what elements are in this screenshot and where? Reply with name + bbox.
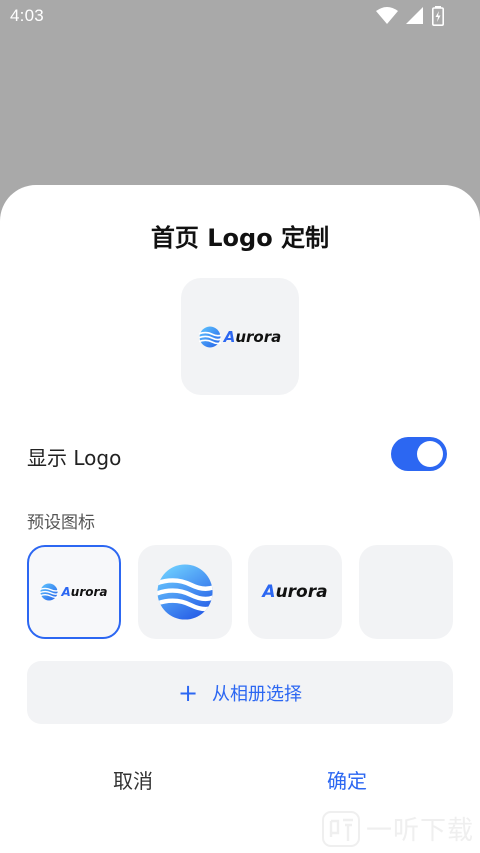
cancel-button[interactable]: 取消 bbox=[33, 761, 233, 801]
watermark-logo-icon bbox=[321, 810, 360, 847]
battery-charging-icon bbox=[432, 6, 444, 26]
aurora-mark-icon bbox=[198, 326, 221, 347]
show-logo-row: 显示 Logo bbox=[27, 435, 447, 475]
aurora-mark-icon bbox=[157, 564, 213, 620]
toggle-knob bbox=[417, 441, 443, 467]
preset-tile-1[interactable]: Aurora bbox=[27, 545, 121, 639]
logo-preview: Aurora bbox=[181, 278, 299, 395]
preview-wordmark: Aurora bbox=[223, 327, 282, 346]
preset-tile-4[interactable] bbox=[359, 545, 453, 639]
album-button-label: 从相册选择 bbox=[212, 683, 303, 705]
choose-from-album-button[interactable]: + 从相册选择 bbox=[27, 661, 453, 724]
signal-icon bbox=[406, 7, 423, 24]
preset-tile-2[interactable] bbox=[138, 545, 232, 639]
preset-1-wordmark: Aurora bbox=[61, 585, 108, 599]
show-logo-label: 显示 Logo bbox=[27, 446, 122, 470]
watermark: 一听下载 bbox=[321, 810, 474, 847]
preset-icon-row: Aurora Aurora bbox=[27, 545, 455, 640]
status-time: 4:03 bbox=[10, 6, 44, 25]
logo-customize-sheet: 首页 Logo 定制 Aurora 显示 Logo 预设图标 Aurora Au… bbox=[0, 185, 480, 853]
preset-section-label: 预设图标 bbox=[27, 513, 95, 533]
plus-icon: + bbox=[177, 678, 199, 707]
watermark-text: 一听下载 bbox=[365, 816, 474, 846]
preset-3-wordmark: Aurora bbox=[262, 582, 328, 602]
wifi-icon bbox=[376, 7, 398, 24]
status-bar: 4:03 bbox=[0, 0, 480, 34]
aurora-mark-icon bbox=[40, 583, 59, 601]
status-icons bbox=[376, 6, 444, 26]
preset-tile-3[interactable]: Aurora bbox=[248, 545, 342, 639]
confirm-button[interactable]: 确定 bbox=[247, 761, 447, 801]
show-logo-toggle[interactable] bbox=[391, 437, 447, 471]
sheet-title: 首页 Logo 定制 bbox=[150, 224, 330, 252]
preset-1-lockup: Aurora bbox=[40, 583, 108, 601]
preview-logo-lockup: Aurora bbox=[198, 326, 282, 348]
